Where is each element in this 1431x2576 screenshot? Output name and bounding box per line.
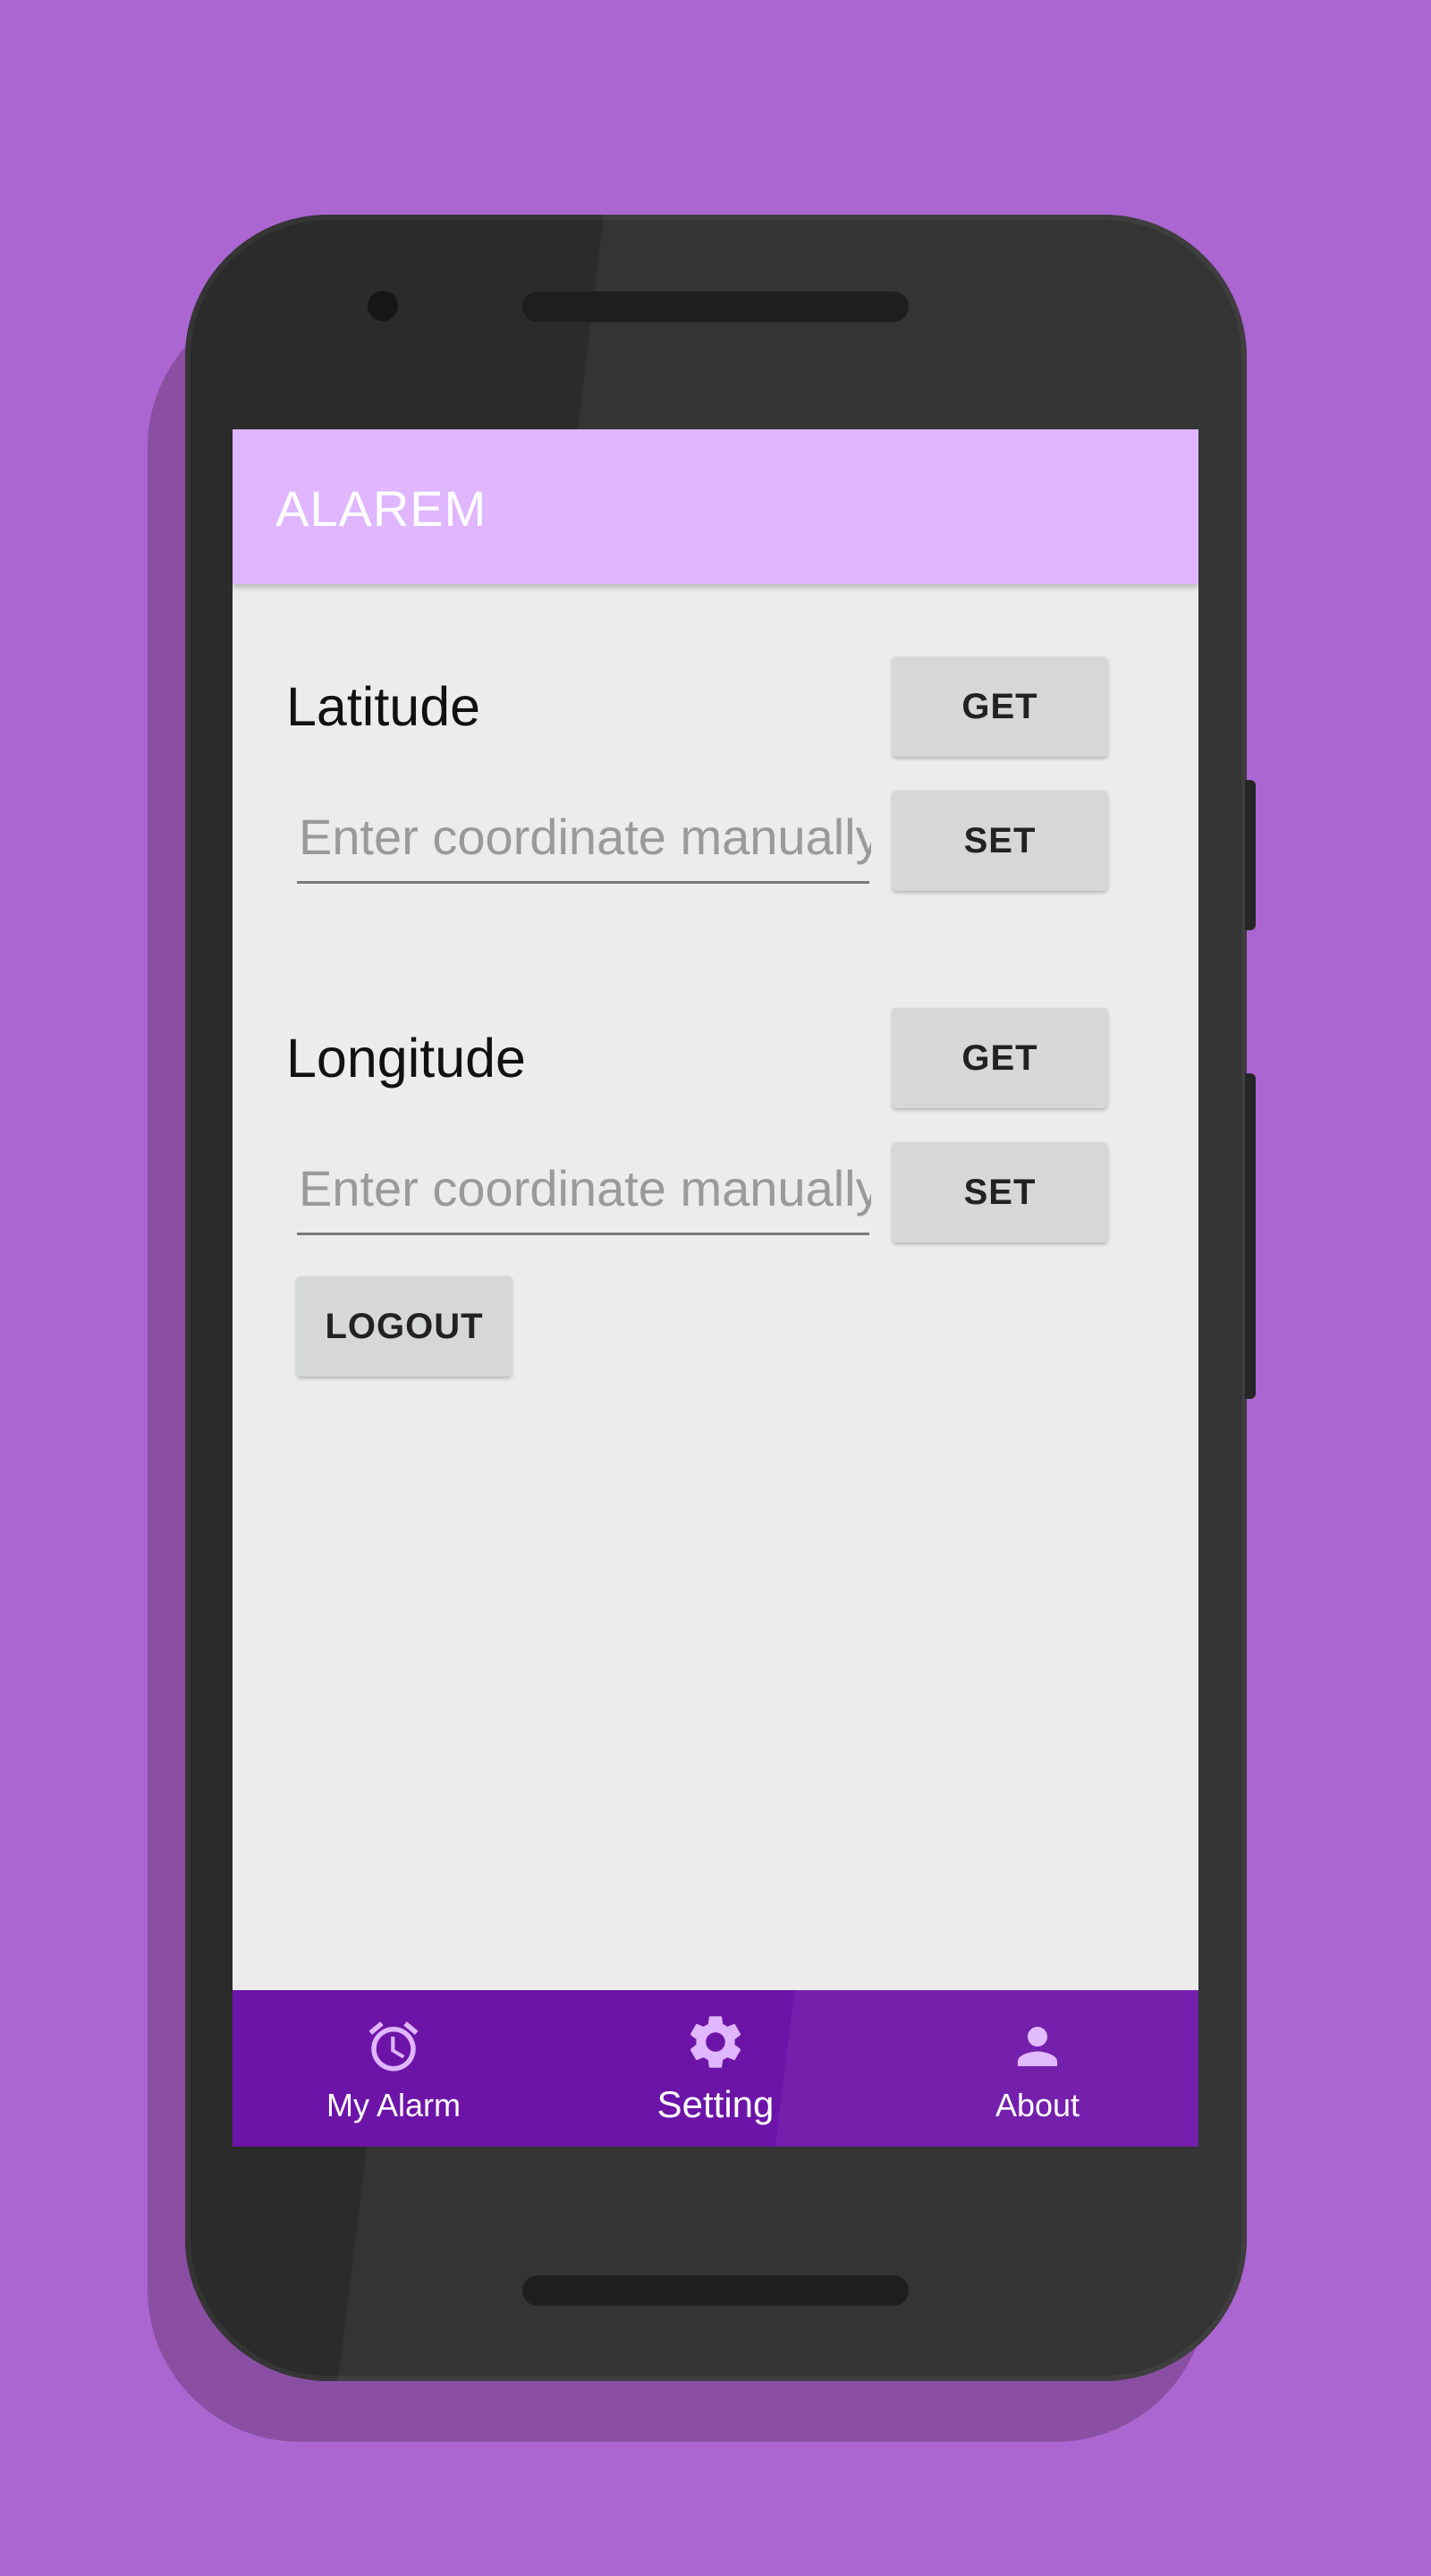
volume-button bbox=[1245, 1073, 1256, 1399]
nav-item-about[interactable]: About bbox=[876, 1990, 1198, 2147]
gear-icon bbox=[690, 2016, 741, 2068]
nav-label-setting: Setting bbox=[656, 2083, 775, 2125]
longitude-get-button[interactable]: GET bbox=[893, 1008, 1107, 1108]
person-icon bbox=[1018, 2027, 1057, 2066]
nav-label-my-alarm: My Alarm bbox=[326, 2087, 461, 2123]
latitude-get-button[interactable]: GET bbox=[893, 657, 1107, 757]
nav-label-about: About bbox=[995, 2087, 1080, 2123]
latitude-input[interactable] bbox=[297, 792, 871, 881]
latitude-label: Latitude bbox=[286, 676, 481, 737]
longitude-set-button[interactable]: SET bbox=[893, 1142, 1107, 1242]
alarm-clock-icon bbox=[368, 2021, 419, 2072]
longitude-input[interactable] bbox=[297, 1143, 871, 1233]
nav-item-setting[interactable]: Setting bbox=[555, 1990, 876, 2147]
app-title: ALAREM bbox=[275, 480, 487, 537]
latitude-set-button[interactable]: SET bbox=[893, 791, 1107, 891]
latitude-input-wrapper bbox=[297, 792, 871, 884]
bottom-speaker bbox=[522, 2275, 909, 2306]
front-camera bbox=[368, 291, 398, 321]
nav-item-my-alarm[interactable]: My Alarm bbox=[233, 1990, 555, 2147]
bottom-navigation: My Alarm Setting About bbox=[233, 1990, 1198, 2147]
logout-button[interactable]: LOGOUT bbox=[297, 1276, 512, 1377]
power-button bbox=[1245, 780, 1256, 930]
earpiece-speaker bbox=[522, 292, 909, 322]
app-screen: ALAREM Latitude GET SET Longitude GET SE… bbox=[233, 429, 1198, 2147]
app-bar: ALAREM bbox=[233, 429, 1198, 584]
longitude-label: Longitude bbox=[286, 1028, 526, 1089]
longitude-input-wrapper bbox=[297, 1143, 871, 1235]
